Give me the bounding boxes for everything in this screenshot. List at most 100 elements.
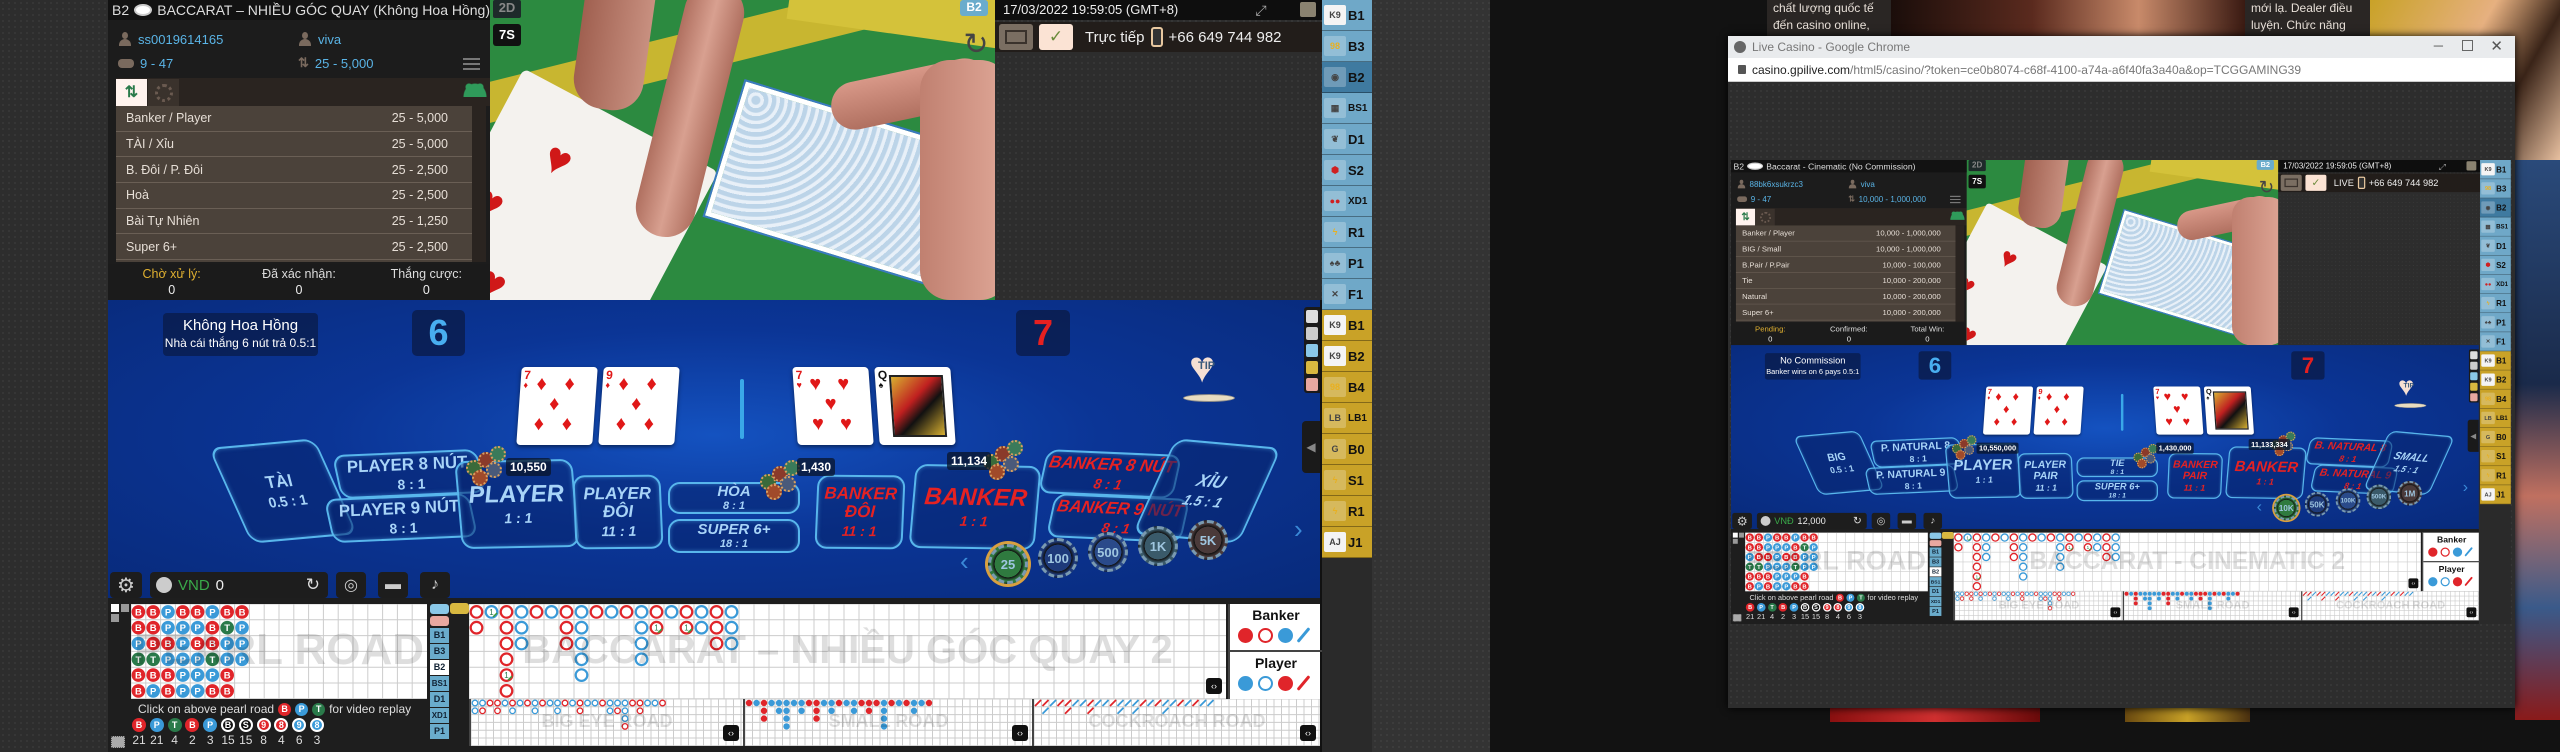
mini-table-b3[interactable]: B3 xyxy=(430,644,449,659)
sidebar-item-b0[interactable]: G B0 xyxy=(1322,434,1372,465)
fullscreen-icon[interactable]: ⤢ xyxy=(1253,2,1269,18)
theme-pink-button[interactable] xyxy=(2470,393,2478,402)
like-button[interactable]: ✓ xyxy=(2305,174,2327,191)
bet-banker[interactable]: BANKER 1 : 1 xyxy=(908,463,1042,551)
bet-ppair[interactable]: PLAYER ĐÔI 11 : 1 xyxy=(572,474,664,550)
mini-table-p1[interactable]: P1 xyxy=(430,724,449,739)
collapse-sidebar-button[interactable]: ◀ xyxy=(2467,419,2479,452)
chip-10k[interactable]: 10K xyxy=(2273,495,2299,521)
big-road-scroll-button[interactable]: ‹› xyxy=(2408,578,2419,589)
bet-banker[interactable]: BANKER 1 : 1 xyxy=(2224,446,2308,500)
maximize-button[interactable] xyxy=(2462,40,2473,51)
grid-view-icon[interactable] xyxy=(1306,327,1318,340)
road-view-toggle-2[interactable] xyxy=(121,604,129,612)
mini-table-b2[interactable]: B2 xyxy=(430,660,449,675)
theme-blue-button[interactable] xyxy=(2470,372,2478,381)
chip-500[interactable]: 500 xyxy=(1088,532,1128,572)
sidebar-item-r1[interactable]: ϟ R1 xyxy=(1322,217,1372,248)
big-eye-road-scroll-button[interactable]: ‹› xyxy=(723,725,739,741)
sidebar-item-b2[interactable]: K9 B2 xyxy=(2480,370,2511,390)
mini-table-xd1[interactable]: XD1 xyxy=(430,708,449,723)
sidebar-item-lb1[interactable]: LB LB1 xyxy=(2480,408,2511,428)
mini-table-b3[interactable]: B3 xyxy=(1929,557,1942,567)
minimize-button[interactable]: ─ xyxy=(2434,38,2443,53)
notification-bell-button[interactable]: ♪ xyxy=(1923,512,1943,529)
chip-100k[interactable]: 100K xyxy=(2335,488,2361,513)
collapse-sidebar-button[interactable]: ◀ xyxy=(1302,421,1320,473)
grid-view-icon[interactable] xyxy=(2470,361,2478,370)
chip-settings-button[interactable]: ◎ xyxy=(1871,512,1891,529)
small-road-scroll-button[interactable]: ‹› xyxy=(1012,725,1028,741)
menu-icon[interactable] xyxy=(1950,195,1961,204)
tip-button[interactable]: ♥ TIP xyxy=(2398,373,2423,400)
sidebar-item-bs1[interactable]: ▦ BS1 xyxy=(2480,217,2511,237)
tab-limits[interactable]: ⇅ xyxy=(116,79,147,106)
video-mode-badge[interactable]: 2D xyxy=(493,0,521,18)
settings-button[interactable]: ⚙ xyxy=(1732,512,1752,529)
road-view-toggle-2[interactable] xyxy=(1739,532,1744,538)
tab-chips[interactable] xyxy=(148,79,179,106)
bet-ppair[interactable]: PLAYER PAIR 11 : 1 xyxy=(2017,452,2074,499)
road-theme-blue[interactable] xyxy=(1929,532,1942,539)
refresh-video-icon[interactable]: ↻ xyxy=(960,30,992,62)
road-theme-pink[interactable] xyxy=(1929,540,1942,547)
lobby-seat-button[interactable]: ▬ xyxy=(1897,512,1917,529)
sidebar-item-f1[interactable]: ✕ F1 xyxy=(1322,279,1372,310)
sidebar-item-b1[interactable]: K9 B1 xyxy=(2480,351,2511,371)
bet-p9[interactable]: P. NATURAL 98 : 1 xyxy=(1864,464,1960,496)
fullscreen-icon[interactable]: ⤢ xyxy=(2437,161,2447,171)
road-view-toggle[interactable] xyxy=(111,604,119,612)
slot-machine-button[interactable] xyxy=(2280,174,2302,191)
sidebar-item-b2[interactable]: ◉ B2 xyxy=(1322,62,1372,93)
road-layout-toggle[interactable] xyxy=(1732,614,1742,622)
exit-icon[interactable] xyxy=(1300,2,1316,17)
sidebar-item-b2[interactable]: ◉ B2 xyxy=(2480,198,2511,218)
mini-table-p1[interactable]: P1 xyxy=(1929,606,1942,616)
sidebar-item-xd1[interactable]: ●● XD1 xyxy=(1322,186,1372,217)
sidebar-item-b1[interactable]: K9 B1 xyxy=(1322,310,1372,341)
refresh-balance-icon[interactable]: ↻ xyxy=(1853,515,1862,527)
sidebar-item-b1[interactable]: K9 B1 xyxy=(1322,0,1372,31)
mini-table-b1[interactable]: B1 xyxy=(1929,547,1942,557)
bet-bpair[interactable]: BANKER ĐÔI 11 : 1 xyxy=(814,474,906,550)
road-theme-pink[interactable] xyxy=(430,616,449,626)
sidebar-item-b1[interactable]: K9 B1 xyxy=(2480,160,2511,180)
chip-5k[interactable]: 5K xyxy=(1188,520,1228,560)
sidebar-item-bs1[interactable]: ▦ BS1 xyxy=(1322,93,1372,124)
like-button[interactable]: ✓ xyxy=(1039,24,1073,50)
cockroach-road-scroll-button[interactable]: ‹› xyxy=(1300,725,1316,741)
sidebar-item-r1[interactable]: ϟ R1 xyxy=(2480,466,2511,486)
chips-prev-arrow[interactable]: ‹ xyxy=(2257,498,2266,514)
bet-bpair[interactable]: BANKER PAIR 11 : 1 xyxy=(2166,452,2224,499)
sidebar-item-d1[interactable]: ❦ D1 xyxy=(2480,236,2511,256)
small-road-scroll-button[interactable]: ‹› xyxy=(2288,607,2299,618)
bet-p9[interactable]: PLAYER 9 NÚT 8 : 1 xyxy=(323,492,479,544)
sidebar-item-b0[interactable]: G B0 xyxy=(2480,427,2511,447)
mini-table-xd1[interactable]: XD1 xyxy=(1929,596,1942,607)
sidebar-item-b4[interactable]: 98 B4 xyxy=(2480,389,2511,409)
sidebar-item-lb1[interactable]: LB LB1 xyxy=(1322,403,1372,434)
road-layout-toggle[interactable] xyxy=(111,736,125,748)
video-mode-badge[interactable]: 2D xyxy=(1968,160,1986,172)
road-view-toggle-3[interactable] xyxy=(1732,538,1738,544)
chip-25[interactable]: 25 xyxy=(988,544,1028,584)
chip-500k[interactable]: 500K xyxy=(2366,484,2392,510)
sidebar-item-f1[interactable]: ✕ F1 xyxy=(2480,332,2511,352)
sidebar-item-b3[interactable]: 98 B3 xyxy=(1322,31,1372,62)
chips-prev-arrow[interactable]: ‹ xyxy=(960,548,974,574)
road-theme-gold[interactable] xyxy=(450,603,469,614)
bet-super6[interactable]: SUPER 6+ 18 : 1 xyxy=(668,519,800,553)
road-theme-gold[interactable] xyxy=(1942,532,1954,539)
chip-1m[interactable]: 1M xyxy=(2397,480,2423,506)
view-mode-icon[interactable] xyxy=(1306,310,1318,323)
slot-machine-button[interactable] xyxy=(999,24,1033,50)
mini-table-d1[interactable]: D1 xyxy=(1929,586,1942,597)
lobby-seat-button[interactable]: ▬ xyxy=(378,572,408,598)
sidebar-item-s2[interactable]: ⬢ S2 xyxy=(2480,255,2511,275)
sidebar-item-s1[interactable]: ϟ S1 xyxy=(1322,465,1372,496)
refresh-balance-icon[interactable]: ↻ xyxy=(306,575,320,595)
exit-icon[interactable] xyxy=(2466,161,2477,171)
close-button[interactable]: ✕ xyxy=(2490,37,2503,55)
mini-table-b2[interactable]: B2 xyxy=(1929,567,1942,577)
sidebar-item-s2[interactable]: ⬢ S2 xyxy=(1322,155,1372,186)
